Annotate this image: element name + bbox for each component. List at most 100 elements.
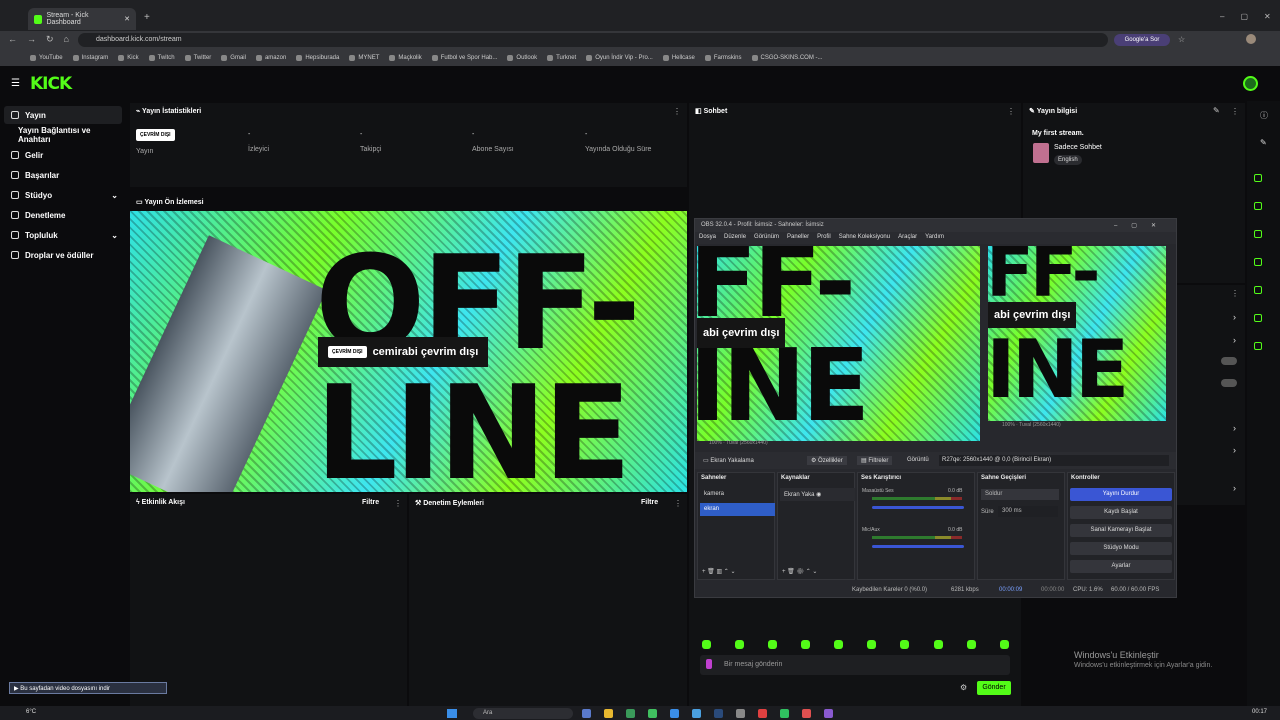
bookmark-item[interactable]: amazon	[255, 54, 286, 61]
taskbar-app-icon[interactable]	[670, 709, 679, 718]
emote-icon[interactable]	[900, 640, 909, 649]
taskbar-app-icon[interactable]	[604, 709, 613, 718]
avatar[interactable]	[1246, 34, 1256, 44]
emote-icon[interactable]	[867, 640, 876, 649]
maximize-icon[interactable]: ▢	[1240, 12, 1248, 21]
obs-program-preview[interactable]: FF- INE abi çevrim dışı	[697, 246, 980, 441]
sidebar-item-stream-key[interactable]: Yayın Bağlantısı ve Anahtarı	[4, 126, 122, 144]
bookmark-item[interactable]: Hellcase	[662, 54, 695, 61]
bookmark-item[interactable]: Maçkolik	[389, 54, 422, 61]
rail-action-icon[interactable]	[1254, 286, 1262, 294]
star-icon[interactable]: ☆	[1178, 35, 1185, 44]
settings-button[interactable]: Ayarlar	[1070, 560, 1172, 573]
rail-action-icon[interactable]	[1254, 230, 1262, 238]
browser-tab[interactable]: Stream - Kick Dashboard ✕	[28, 8, 136, 30]
obs-menu-item[interactable]: Düzenle	[724, 234, 746, 242]
forward-icon[interactable]: →	[27, 34, 36, 45]
source-item[interactable]: Ekran Yaka ◉	[780, 488, 855, 501]
sidebar-item-denetleme[interactable]: Denetleme	[4, 206, 122, 224]
menu-icon[interactable]: ☰	[11, 78, 20, 89]
taskbar-search[interactable]: Ara	[473, 708, 573, 719]
taskbar-app-icon[interactable]	[824, 709, 833, 718]
chevron-right-icon[interactable]: ›	[1233, 312, 1236, 322]
more-icon[interactable]: ⋮	[674, 499, 682, 508]
scene-toolbar[interactable]: + 🗑 ▥ ⌃ ⌄	[702, 568, 736, 575]
info-icon[interactable]: ⓘ	[1260, 110, 1268, 121]
taskbar-app-icon[interactable]	[736, 709, 745, 718]
display-select[interactable]: R27qe: 2560x1440 @ 0,0 (Birincil Ekran)	[939, 455, 1169, 466]
more-icon[interactable]: ⋮	[1231, 107, 1239, 116]
back-icon[interactable]: ←	[8, 34, 17, 45]
close-window-icon[interactable]: ✕	[1264, 12, 1271, 21]
moderation-filter-button[interactable]: Filtre	[641, 499, 658, 506]
obs-menu-item[interactable]: Dosya	[699, 234, 716, 242]
emote-icon[interactable]	[735, 640, 744, 649]
more-icon[interactable]: ⋮	[394, 499, 402, 508]
home-icon[interactable]: ⌂	[64, 34, 69, 45]
duration-input[interactable]: 300 ms	[998, 506, 1058, 517]
chevron-right-icon[interactable]: ›	[1233, 445, 1236, 455]
source-toolbar[interactable]: + 🗑 ⚙ ⌃ ⌄	[782, 568, 817, 575]
toggle-switch[interactable]	[1221, 357, 1237, 365]
bookmark-item[interactable]: Farmskins	[704, 54, 742, 61]
taskbar-app-icon[interactable]	[714, 709, 723, 718]
scene-item[interactable]: ekran	[700, 503, 775, 516]
pencil-icon[interactable]: ✎	[1260, 138, 1267, 147]
properties-button[interactable]: ⚙ Özellikler	[807, 456, 847, 465]
weather[interactable]: 6°C	[26, 709, 36, 715]
edit-icon[interactable]: ✎	[1213, 106, 1220, 115]
rail-action-icon[interactable]	[1254, 202, 1262, 210]
chevron-right-icon[interactable]: ›	[1233, 483, 1236, 493]
bookmark-item[interactable]: Kick	[118, 54, 139, 61]
close-tab-icon[interactable]: ✕	[124, 15, 130, 23]
bookmark-item[interactable]: CSGO-SKINS.COM -...	[751, 54, 823, 61]
send-button[interactable]: Gönder	[977, 681, 1011, 695]
activity-filter-button[interactable]: Filtre	[362, 499, 379, 506]
bookmark-item[interactable]: Turknet	[547, 54, 576, 61]
settings-icon[interactable]: ⚙	[960, 683, 967, 692]
video-download-bar[interactable]: ▶ Bu sayfadan video dosyasını indir	[9, 682, 167, 694]
sidebar-item-basarilar[interactable]: Başarılar	[4, 166, 122, 184]
taskbar-app-icon[interactable]	[692, 709, 701, 718]
taskbar-app-icon[interactable]	[626, 709, 635, 718]
new-tab-icon[interactable]: +	[144, 12, 150, 23]
taskbar-app-icon[interactable]	[758, 709, 767, 718]
rail-action-icon[interactable]	[1254, 174, 1262, 182]
bookmark-item[interactable]: Futbol ve Spor Hab...	[431, 54, 497, 61]
bookmark-item[interactable]: YouTube	[30, 54, 63, 61]
volume-slider[interactable]	[872, 506, 964, 509]
chevron-right-icon[interactable]: ›	[1233, 423, 1236, 433]
emote-icon[interactable]	[702, 640, 711, 649]
chat-input[interactable]: Bir mesaj gönderin	[700, 655, 1010, 675]
virtual-camera-button[interactable]: Sanal Kamerayı Başlat	[1070, 524, 1172, 537]
filters-button[interactable]: ▤ Filtreler	[857, 456, 893, 465]
profile-avatar[interactable]	[1243, 76, 1258, 91]
start-icon[interactable]	[447, 709, 457, 718]
bookmark-item[interactable]: Oyun İndir Vip - Pro...	[586, 54, 653, 61]
bookmark-item[interactable]: Gmail	[221, 54, 246, 61]
volume-slider[interactable]	[872, 545, 964, 548]
reload-icon[interactable]: ↻	[46, 34, 54, 45]
taskbar-app-icon[interactable]	[648, 709, 657, 718]
sidebar-item-yayin[interactable]: Yayın	[4, 106, 122, 124]
minimize-icon[interactable]: –	[1220, 12, 1224, 21]
bookmark-item[interactable]: Instagram	[72, 54, 108, 61]
bookmark-item[interactable]: Outlook	[507, 54, 537, 61]
sidebar-item-topluluk[interactable]: Topluluk ⌄	[4, 226, 122, 244]
stream-preview[interactable]: OFF- LINE ÇEVRİM DIŞI cemirabi çevrim dı…	[130, 211, 687, 492]
obs-scene-preview[interactable]: FF- INE abi çevrim dışı	[988, 246, 1166, 421]
emote-icon[interactable]	[768, 640, 777, 649]
emote-icon[interactable]	[967, 640, 976, 649]
emote-icon[interactable]	[1000, 640, 1009, 649]
mic-icon[interactable]	[706, 659, 712, 669]
taskbar-app-icon[interactable]	[582, 709, 591, 718]
rail-action-icon[interactable]	[1254, 314, 1262, 322]
start-recording-button[interactable]: Kaydı Başlat	[1070, 506, 1172, 519]
bookmark-item[interactable]: Twitch	[148, 54, 175, 61]
more-icon[interactable]: ⋮	[1231, 289, 1239, 298]
more-icon[interactable]: ⋮	[673, 107, 681, 116]
rail-action-icon[interactable]	[1254, 342, 1262, 350]
toggle-switch[interactable]	[1221, 379, 1237, 387]
scene-item[interactable]: kamera	[700, 488, 775, 501]
taskbar-app-icon[interactable]	[802, 709, 811, 718]
